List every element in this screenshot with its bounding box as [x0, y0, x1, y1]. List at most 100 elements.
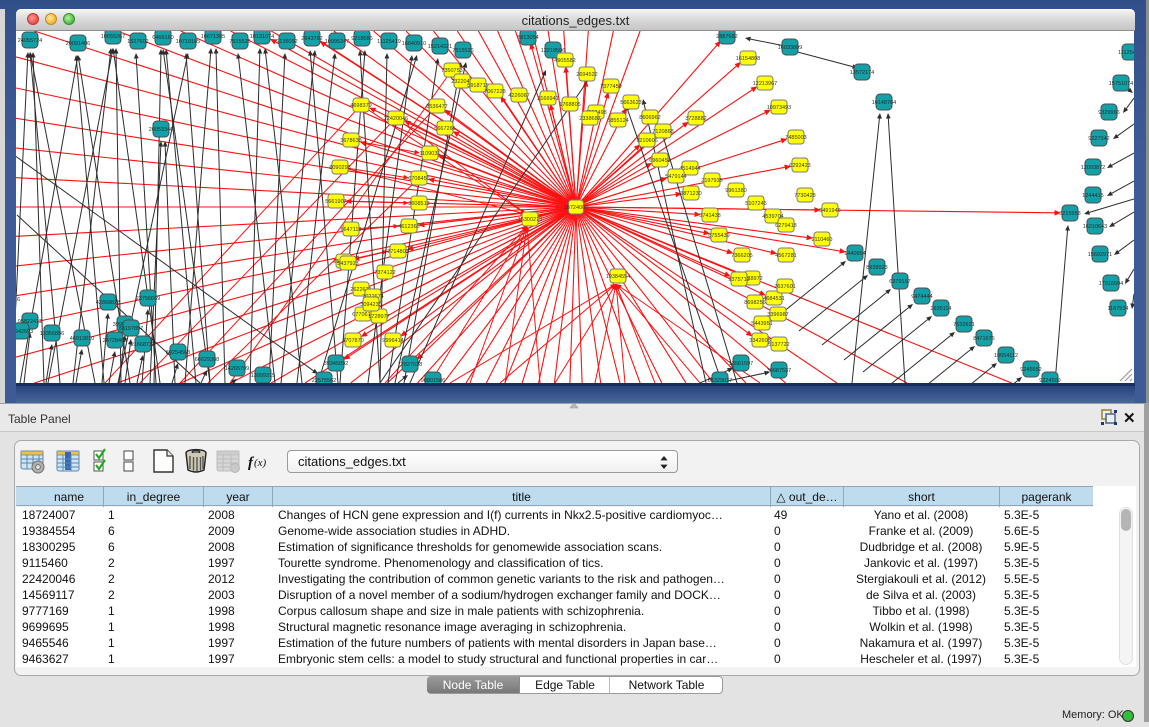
svg-text:46913810: 46913810 — [70, 336, 94, 342]
svg-text:10973493: 10973493 — [767, 105, 791, 111]
svg-text:7377459: 7377459 — [600, 84, 621, 90]
svg-text:1167534: 1167534 — [1107, 306, 1128, 312]
svg-text:2166941: 2166941 — [537, 96, 558, 102]
svg-text:3094235: 3094235 — [360, 302, 381, 308]
svg-text:6292423: 6292423 — [789, 163, 810, 169]
svg-text:21668732: 21668732 — [131, 342, 155, 348]
svg-text:3608513: 3608513 — [408, 201, 429, 207]
svg-text:15214321: 15214321 — [428, 44, 452, 50]
svg-text:20091406: 20091406 — [66, 41, 90, 47]
svg-text:2643782: 2643782 — [301, 36, 322, 42]
svg-text:5437923: 5437923 — [337, 261, 358, 267]
svg-text:5661907: 5661907 — [325, 199, 346, 205]
svg-text:9227342: 9227342 — [1088, 136, 1109, 142]
svg-text:66629388: 66629388 — [195, 357, 219, 363]
svg-text:12093872: 12093872 — [1081, 165, 1105, 171]
svg-text:9329966: 9329966 — [1098, 110, 1119, 116]
svg-text:14265799: 14265799 — [225, 366, 249, 372]
svg-text:16148784: 16148784 — [872, 100, 896, 106]
svg-text:4698379: 4698379 — [350, 103, 371, 109]
svg-text:15692971: 15692971 — [1088, 252, 1112, 258]
svg-text:5491946: 5491946 — [819, 208, 840, 214]
svg-text:5137722: 5137722 — [768, 342, 789, 348]
svg-text:5443951: 5443951 — [751, 321, 772, 327]
svg-text:16640910: 16640910 — [402, 41, 426, 47]
svg-text:22420046: 22420046 — [384, 116, 408, 122]
svg-text:7374122: 7374122 — [374, 270, 395, 276]
svg-text:4612365: 4612365 — [398, 224, 419, 230]
svg-text:8606962: 8606962 — [639, 115, 660, 121]
svg-text:7120868: 7120868 — [652, 129, 673, 135]
svg-text:6466160: 6466160 — [152, 35, 173, 41]
svg-text:6647119: 6647119 — [340, 227, 361, 233]
svg-text:3396987: 3396987 — [767, 312, 788, 318]
svg-text:1527602: 1527602 — [127, 39, 148, 45]
svg-text:20053346: 20053346 — [149, 127, 173, 133]
svg-text:1440954: 1440954 — [844, 251, 865, 257]
svg-text:13356886: 13356886 — [40, 331, 64, 337]
svg-text:4684531: 4684531 — [763, 296, 784, 302]
svg-text:1244415: 1244415 — [1082, 193, 1103, 199]
svg-text:4905582: 4905582 — [554, 58, 575, 64]
svg-text:9218586: 9218586 — [351, 36, 372, 42]
svg-text:6708456: 6708456 — [408, 176, 429, 182]
svg-text:15751074: 15751074 — [1109, 81, 1133, 87]
svg-text:19384554: 19384554 — [606, 274, 630, 280]
svg-text:8090293: 8090293 — [329, 165, 350, 171]
svg-text:5667265: 5667265 — [434, 126, 455, 132]
svg-text:3871230: 3871230 — [680, 191, 701, 197]
svg-text:41227216: 41227216 — [16, 297, 20, 303]
svg-text:7515526: 7515526 — [452, 48, 473, 54]
svg-text:7350753: 7350753 — [441, 68, 462, 74]
svg-text:24942603: 24942603 — [16, 329, 33, 335]
svg-text:2197935: 2197935 — [701, 178, 722, 184]
svg-text:16154808: 16154808 — [736, 56, 760, 62]
svg-text:6379197: 6379197 — [889, 279, 910, 285]
svg-text:(x): (x) — [254, 457, 267, 469]
svg-text:18131074: 18131074 — [250, 34, 274, 40]
svg-text:16671385: 16671385 — [201, 34, 225, 40]
svg-text:7067228: 7067228 — [484, 89, 505, 95]
svg-text:7632621: 7632621 — [953, 322, 974, 328]
svg-text:16210643: 16210643 — [1083, 224, 1107, 230]
svg-text:8471676: 8471676 — [973, 336, 994, 342]
svg-text:8707870: 8707870 — [342, 338, 363, 344]
svg-text:24055724: 24055724 — [18, 38, 42, 44]
svg-text:7637601: 7637601 — [774, 284, 795, 290]
svg-text:5107245: 5107245 — [745, 201, 766, 207]
svg-text:28728463: 28728463 — [103, 338, 127, 344]
svg-text:9996414: 9996414 — [382, 338, 403, 344]
svg-text:42868828: 42868828 — [96, 300, 120, 306]
svg-text:9136092: 9136092 — [276, 39, 297, 45]
svg-text:8813054: 8813054 — [517, 35, 538, 41]
svg-text:9474444: 9474444 — [911, 294, 932, 300]
svg-text:7515526: 7515526 — [229, 39, 250, 45]
svg-text:2110460: 2110460 — [811, 237, 832, 243]
svg-text:83197857: 83197857 — [119, 326, 143, 332]
svg-text:11125419: 11125419 — [1118, 50, 1134, 56]
svg-text:36687537: 36687537 — [767, 368, 791, 374]
svg-text:2338687: 2338687 — [579, 116, 600, 122]
svg-text:8755439: 8755439 — [708, 233, 729, 239]
svg-text:9961380: 9961380 — [725, 188, 746, 194]
svg-text:7485003: 7485003 — [785, 135, 806, 141]
svg-text:16033809: 16033809 — [778, 45, 802, 51]
svg-text:15300213: 15300213 — [518, 217, 542, 223]
svg-text:2694522: 2694522 — [576, 72, 597, 78]
svg-text:13572174: 13572174 — [850, 70, 874, 76]
svg-text:2714803: 2714803 — [387, 249, 408, 255]
svg-text:89254563: 89254563 — [166, 350, 190, 356]
svg-text:11125419: 11125419 — [377, 39, 401, 45]
svg-text:9245652: 9245652 — [1020, 367, 1041, 373]
svg-text:2935114: 2935114 — [930, 306, 951, 312]
svg-text:3215958: 3215958 — [1059, 211, 1080, 217]
svg-text:23756669: 23756669 — [136, 296, 160, 302]
svg-text:12213967: 12213967 — [753, 81, 777, 87]
svg-text:39345092: 39345092 — [324, 361, 348, 367]
svg-text:6960453: 6960453 — [649, 158, 670, 164]
svg-text:1109031: 1109031 — [419, 151, 440, 157]
svg-text:7366205: 7366205 — [731, 253, 752, 259]
svg-text:5479144: 5479144 — [665, 174, 686, 180]
svg-text:10655267: 10655267 — [101, 34, 125, 40]
svg-text:9375710: 9375710 — [728, 277, 749, 283]
